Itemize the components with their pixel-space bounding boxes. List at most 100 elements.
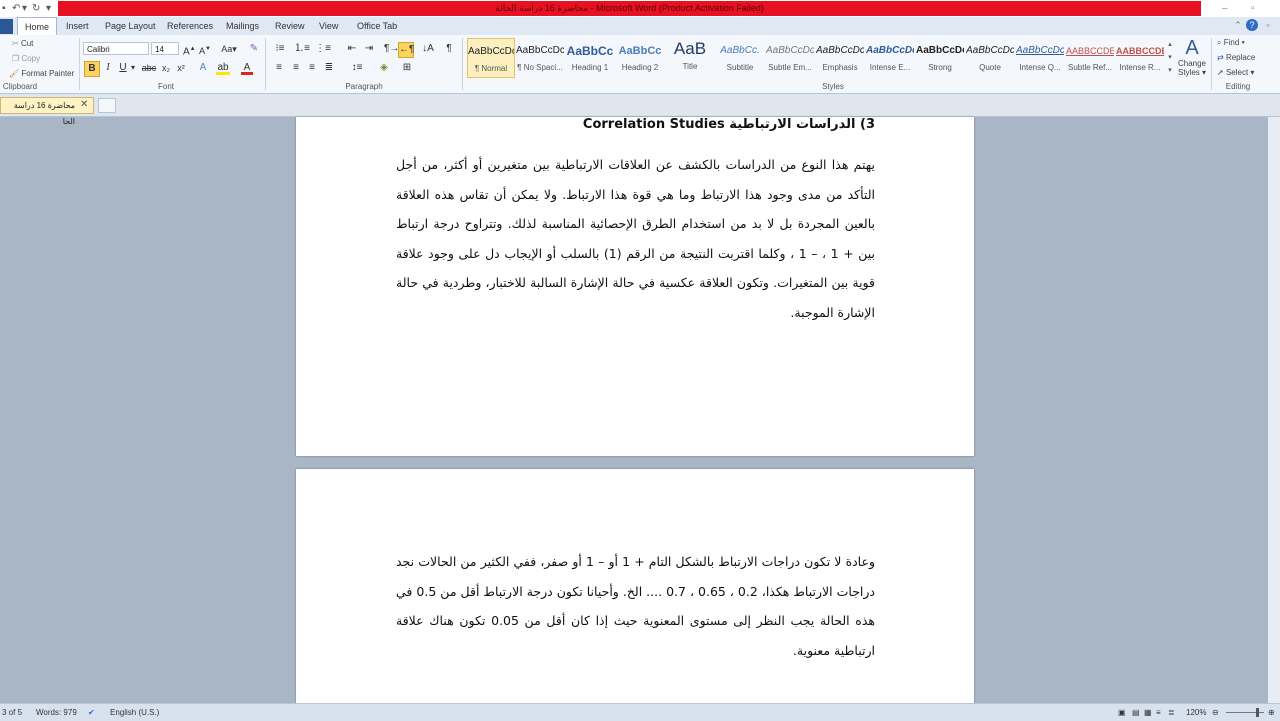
proofing-icon[interactable]: ✔ [88,704,95,721]
paintbrush-icon: 🖌 [9,69,20,78]
tab-page-layout[interactable]: Page Layout [98,17,163,35]
shrink-font-icon[interactable]: A▼ [199,42,211,56]
zoom-slider-thumb[interactable] [1256,708,1259,717]
sort-icon[interactable]: ↓A [421,42,435,56]
restore-button[interactable]: ▫ [1251,2,1255,15]
clear-formatting-icon[interactable]: ✎ [247,42,261,56]
ribbon-options-icon[interactable]: ▫ [1262,19,1274,31]
copy-button[interactable]: ❐ Copy [12,54,40,63]
web-layout-icon[interactable]: ▦ [1144,704,1152,721]
change-case-icon[interactable]: Aa▾ [220,42,238,56]
change-styles-button[interactable]: A Change Styles ▾ [1176,37,1208,77]
style-intense-quote[interactable]: AaBbCcDc Intense Q... [1016,38,1064,78]
line-spacing-icon[interactable]: ↕≡ [348,61,366,75]
vertical-scrollbar[interactable] [1268,117,1280,703]
page-count[interactable]: 3 of 5 [2,704,22,721]
italic-button[interactable]: I [102,61,114,75]
format-painter-button[interactable]: 🖌 Format Painter [9,69,74,78]
tab-references[interactable]: References [160,17,220,35]
zoom-level[interactable]: 120% [1186,704,1206,721]
style-subtitle[interactable]: AaBbCc. Subtitle [716,38,764,78]
justify-icon[interactable]: ≣ [322,61,336,75]
document-paragraph: وعادة لا تكون دراجات الارتباط بالشكل الت… [396,554,876,658]
style-strong[interactable]: AaBbCcDc Strong [916,38,964,78]
decrease-indent-icon[interactable]: ⇤ [345,42,359,56]
draft-icon[interactable]: ≣ [1168,704,1175,721]
help-icon[interactable]: ? [1246,19,1258,31]
increase-indent-icon[interactable]: ⇥ [362,42,376,56]
minimize-button[interactable]: – [1222,2,1228,15]
language[interactable]: English (U.S.) [110,704,159,721]
tab-review[interactable]: Review [268,17,312,35]
replace-button[interactable]: ⇄ Replace [1217,53,1255,62]
document-paragraph: يهتم هذا النوع من الدراسات بالكشف عن الع… [396,157,875,320]
style-emphasis[interactable]: AaBbCcDc Emphasis [816,38,864,78]
print-layout-icon[interactable]: ▣ [1118,704,1126,721]
borders-icon[interactable]: ⊞ [399,61,415,75]
section-heading: 3) الدراسات الارتباطية Correlation Studi… [582,117,875,132]
text-effects-icon[interactable]: A [196,61,210,75]
tab-view[interactable]: View [312,17,345,35]
style-heading-1[interactable]: AaBbCc Heading 1 [566,38,614,78]
font-name-combo[interactable]: Calibri [83,42,149,55]
strikethrough-button[interactable]: abc [141,61,157,75]
undo-dropdown-icon[interactable]: ▾ [22,1,27,16]
align-center-icon[interactable]: ≡ [289,61,303,75]
font-color-icon[interactable]: A [241,61,253,75]
cut-button[interactable]: ✂ Cut [12,39,33,48]
rtl-direction-icon[interactable]: ←¶ [398,42,414,58]
outline-icon[interactable]: ≡ [1156,704,1161,721]
tab-mailings[interactable]: Mailings [219,17,266,35]
highlight-icon[interactable]: ab [216,61,230,75]
document-tab-row [0,94,1280,117]
change-styles-icon: A [1185,37,1199,59]
align-left-icon[interactable]: ≡ [272,61,286,75]
close-tab-icon[interactable]: ✕ [80,99,88,111]
zoom-in-icon[interactable]: ⊕ [1268,704,1275,721]
quick-access-dropdown-icon[interactable]: ▾ [46,1,51,16]
document-page[interactable]: 3) الدراسات الارتباطية Correlation Studi… [296,117,974,456]
shading-icon[interactable]: ◈ [376,61,392,75]
multilevel-list-icon[interactable]: ⋮≡ [314,42,332,56]
style-intense-emphasis[interactable]: AaBbCcDc Intense E... [866,38,914,78]
font-group-label: Font [157,82,174,91]
subscript-icon[interactable]: x₂ [160,61,172,75]
document-page[interactable]: وعادة لا تكون دراجات الارتباط بالشكل الت… [296,469,974,709]
superscript-icon[interactable]: x² [175,61,187,75]
zoom-out-icon[interactable]: ⊖ [1212,704,1219,721]
numbering-icon[interactable]: ⒈≡ [293,42,311,56]
file-button[interactable] [0,19,13,34]
underline-dropdown-icon[interactable]: ▾ [129,61,137,75]
style-subtle-emphasis[interactable]: AaBbCcDc Subtle Em... [766,38,814,78]
undo-icon[interactable]: ↶ [12,1,20,16]
full-screen-reading-icon[interactable]: ▤ [1132,704,1140,721]
bullets-icon[interactable]: ⁝≡ [271,42,289,56]
tab-office-tab[interactable]: Office Tab [350,17,404,35]
ribbon-minimize-icon[interactable]: ⌃ [1232,19,1244,31]
select-button[interactable]: ➚ Select ▾ [1217,68,1254,77]
redo-icon[interactable]: ↻ [32,1,40,16]
ltr-direction-icon[interactable]: ¶→ [384,42,399,56]
underline-button[interactable]: U [117,61,129,75]
new-tab-button[interactable] [98,98,116,113]
style-heading-2[interactable]: AaBbCc Heading 2 [616,38,664,78]
style-intense-reference[interactable]: AABBCCDE Intense R... [1116,38,1164,78]
grow-font-icon[interactable]: A▲ [183,42,196,57]
font-size-combo[interactable]: 14 [151,42,179,55]
style-subtle-reference[interactable]: AABBCCDE Subtle Ref... [1066,38,1114,78]
find-button[interactable]: ⌕ Find ▾ [1217,38,1245,48]
tab-insert[interactable]: Insert [59,17,96,35]
align-right-icon[interactable]: ≡ [305,61,319,75]
word-icon[interactable]: ▪ [2,1,6,16]
style-normal[interactable]: AaBbCcDc ¶ Normal [467,38,515,78]
styles-gallery-scroll[interactable]: ▴ ▾ ▾ [1166,38,1174,78]
style-quote[interactable]: AaBbCcDc Quote [966,38,1014,78]
tab-home[interactable]: Home [17,17,58,35]
show-formatting-icon[interactable]: ¶ [443,42,455,56]
bold-button[interactable]: B [84,61,100,77]
style-title[interactable]: AaB Title [666,38,714,78]
word-count[interactable]: Words: 979 [36,704,77,721]
style-no-spacing[interactable]: AaBbCcDc ¶ No Spaci... [516,38,564,78]
copy-icon: ❐ [12,54,22,63]
clipboard-group-label: Clipboard [2,82,38,91]
